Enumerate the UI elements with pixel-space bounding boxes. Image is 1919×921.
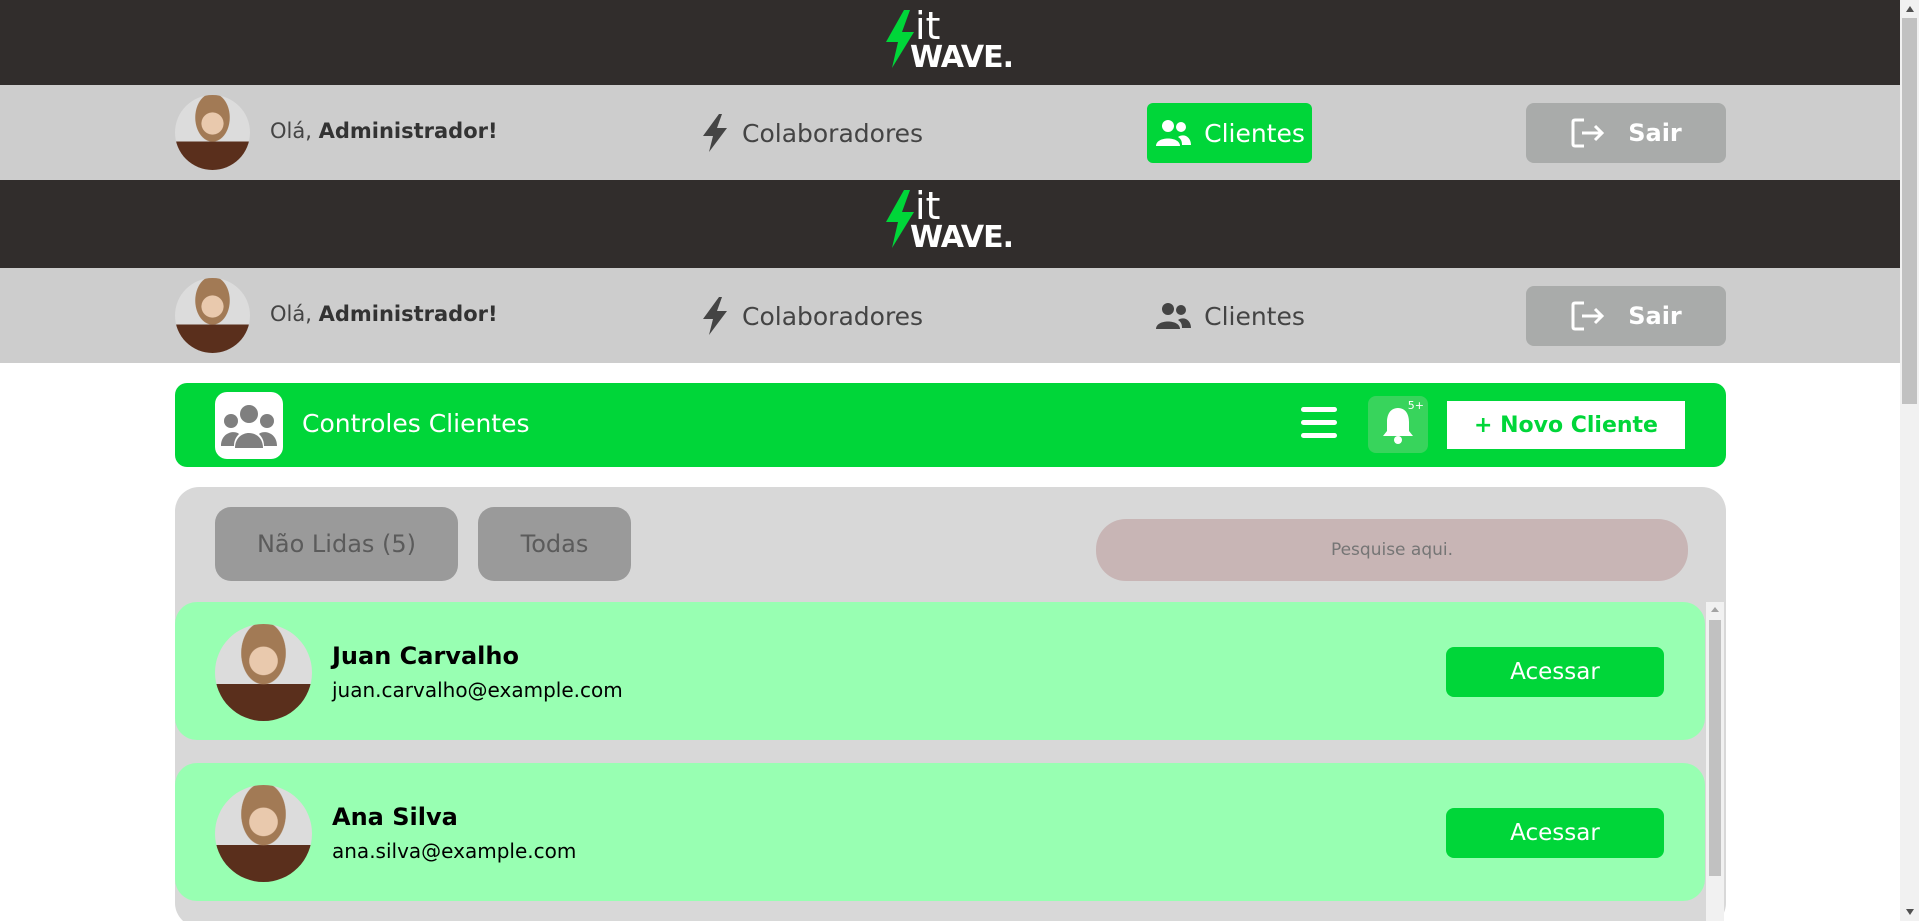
client-name: Ana Silva — [332, 803, 458, 831]
scroll-down-icon[interactable] — [1906, 909, 1914, 915]
greeting: Olá, Administrador! — [270, 302, 498, 326]
bolt-icon — [703, 114, 727, 152]
sair-label: Sair — [1628, 119, 1682, 147]
notification-badge: 5+ — [1407, 399, 1424, 412]
new-client-button[interactable]: + Novo Cliente — [1447, 401, 1685, 449]
sair-button[interactable]: Sair — [1526, 286, 1726, 346]
acessar-button[interactable]: Acessar — [1446, 647, 1664, 697]
greeting: Olá, Administrador! — [270, 119, 498, 143]
brand-header: it WAVE. — [0, 180, 1900, 268]
client-card: Juan Carvalho juan.carvalho@example.com … — [175, 602, 1705, 740]
logout-icon — [1571, 301, 1605, 331]
controls-bar: Controles Clientes 5+ + Novo Cliente — [175, 383, 1726, 467]
client-avatar — [215, 624, 312, 721]
page-title: Controles Clientes — [302, 409, 530, 438]
client-avatar — [215, 785, 312, 882]
nav-clientes-label: Clientes — [1204, 118, 1305, 148]
client-list: Juan Carvalho juan.carvalho@example.com … — [175, 602, 1715, 921]
admin-avatar — [175, 278, 250, 353]
users-icon — [1156, 120, 1192, 146]
search-input[interactable] — [1096, 519, 1688, 581]
nav-colaboradores-label: Colaboradores — [742, 301, 924, 331]
nav-colaboradores-label: Colaboradores — [742, 118, 924, 148]
sair-label: Sair — [1628, 302, 1682, 330]
nav-clientes-label: Clientes — [1204, 301, 1305, 331]
nav-clientes[interactable]: Clientes — [1147, 103, 1312, 163]
list-scroll-thumb[interactable] — [1709, 620, 1721, 876]
client-email: juan.carvalho@example.com — [332, 678, 623, 702]
nav-clientes[interactable]: Clientes — [1147, 286, 1312, 346]
tab-unread[interactable]: Não Lidas (5) — [215, 507, 458, 581]
nav-bar: Olá, Administrador! Colaboradores Client… — [0, 85, 1900, 180]
list-scrollbar[interactable] — [1706, 602, 1724, 921]
tab-all[interactable]: Todas — [478, 507, 631, 581]
logo-wave-text: WAVE. — [910, 220, 1014, 255]
notifications-button[interactable]: 5+ — [1368, 396, 1428, 453]
fitwave-logo[interactable]: it WAVE. — [880, 0, 1020, 80]
menu-icon[interactable] — [1301, 407, 1337, 443]
bolt-icon — [703, 297, 727, 335]
page: it WAVE. Olá, Administrador! Colaborador… — [0, 0, 1900, 921]
client-name: Juan Carvalho — [332, 642, 519, 670]
scroll-up-arrow-icon[interactable] — [1711, 607, 1719, 612]
acessar-button[interactable]: Acessar — [1446, 808, 1664, 858]
client-email: ana.silva@example.com — [332, 839, 577, 863]
nav-colaboradores[interactable]: Colaboradores — [700, 103, 923, 163]
logout-icon — [1571, 118, 1605, 148]
fitwave-logo[interactable]: it WAVE. — [880, 180, 1020, 260]
admin-avatar — [175, 95, 250, 170]
page-scroll-thumb[interactable] — [1902, 18, 1917, 404]
scroll-up-icon[interactable] — [1906, 6, 1914, 12]
users-icon — [1156, 303, 1192, 329]
group-icon — [215, 392, 283, 459]
page-scrollbar[interactable] — [1900, 0, 1919, 921]
brand-header: it WAVE. — [0, 0, 1900, 85]
nav-bar: Olá, Administrador! Colaboradores Client… — [0, 268, 1900, 363]
logo-wave-text: WAVE. — [910, 40, 1014, 75]
sair-button[interactable]: Sair — [1526, 103, 1726, 163]
client-card: Ana Silva ana.silva@example.com Acessar — [175, 763, 1705, 901]
nav-colaboradores[interactable]: Colaboradores — [700, 286, 923, 346]
